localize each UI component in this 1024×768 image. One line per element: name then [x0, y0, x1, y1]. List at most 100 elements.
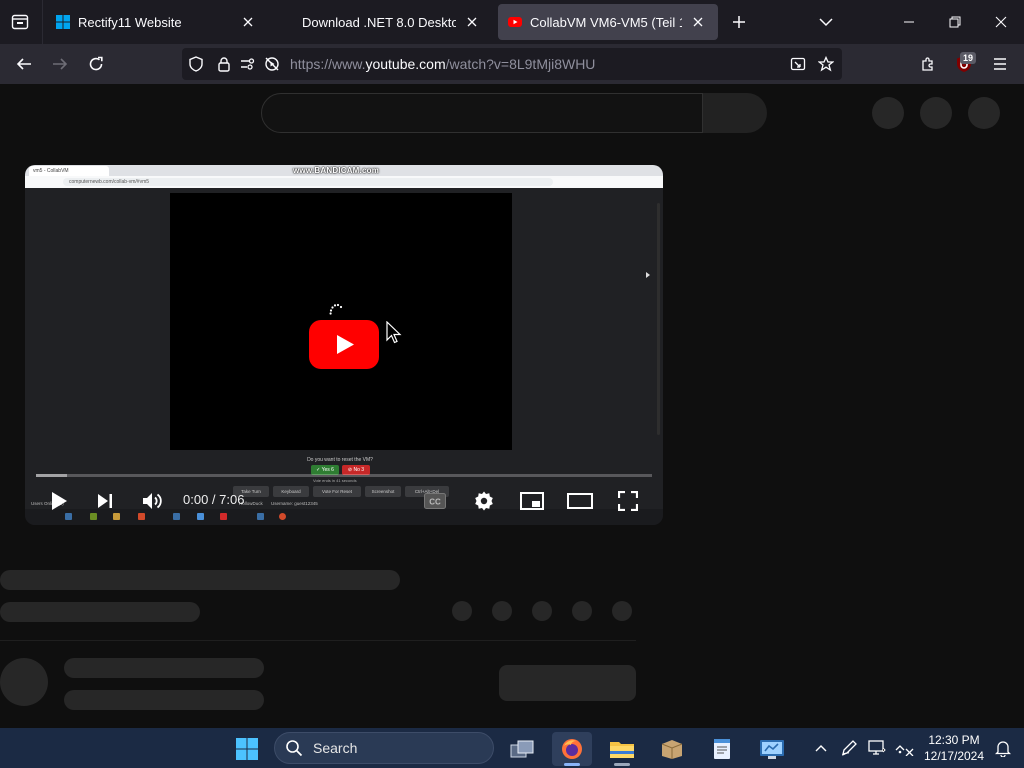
tab-dotnet-download[interactable]: Download .NET 8.0 Desktop Ru — [292, 4, 492, 40]
settings-button[interactable] — [470, 487, 498, 515]
bookmark-star-icon[interactable] — [816, 54, 836, 74]
avatar-placeholder[interactable] — [968, 97, 1000, 129]
tab-separator — [42, 0, 43, 44]
bell-icon — [995, 741, 1011, 757]
channel-name-placeholder — [64, 658, 264, 678]
notifications-button[interactable] — [992, 738, 1014, 758]
tab-collabvm-youtube[interactable]: CollabVM VM6-VM5 (Teil 1) - Yo — [498, 4, 718, 40]
firefox-icon — [562, 739, 582, 759]
fullscreen-button[interactable] — [614, 487, 642, 515]
time-current: 0:00 — [183, 492, 209, 507]
pen-menu-button[interactable] — [838, 738, 860, 758]
arrow-left-icon — [16, 58, 31, 70]
mute-button[interactable] — [138, 487, 166, 515]
theater-mode-button[interactable] — [566, 487, 594, 515]
monitor-icon — [868, 740, 886, 755]
taskbar-clock[interactable]: 12:30 PM 12/17/2024 — [920, 732, 988, 764]
notepad-icon — [714, 739, 730, 759]
taskbar-notepad[interactable] — [702, 732, 742, 766]
url-path: /watch?v=8L9tMji8WHU — [445, 56, 596, 72]
navigation-toolbar: https://www.youtube.com/watch?v=8L9tMji8… — [0, 44, 1024, 84]
header-icon-placeholder[interactable] — [920, 97, 952, 129]
taskbar-firefox[interactable] — [552, 732, 592, 766]
task-view-icon — [510, 740, 534, 758]
show-hidden-icons-button[interactable] — [810, 738, 832, 758]
youtube-search-input[interactable] — [261, 93, 703, 133]
taskbar-search-box[interactable]: Search — [274, 732, 494, 764]
picture-in-picture-icon[interactable] — [788, 54, 808, 74]
action-placeholder — [612, 601, 632, 621]
reload-button[interactable] — [82, 50, 110, 78]
address-bar[interactable]: https://www.youtube.com/watch?v=8L9tMji8… — [182, 48, 842, 80]
task-view-button[interactable] — [502, 732, 542, 766]
chevron-down-icon — [819, 18, 833, 27]
miniplayer-icon — [520, 492, 544, 510]
youtube-search-button[interactable] — [703, 93, 767, 133]
close-icon — [995, 16, 1007, 28]
close-icon[interactable] — [462, 12, 482, 32]
plus-icon — [733, 16, 745, 28]
subscribe-button-placeholder — [499, 665, 636, 701]
puzzle-icon — [922, 57, 933, 71]
start-button[interactable] — [227, 732, 267, 766]
video-time: 0:00 / 7:06 — [183, 492, 244, 507]
search-label: Search — [313, 740, 358, 756]
back-button[interactable] — [10, 50, 38, 78]
title-placeholder — [0, 570, 400, 590]
recorded-address-bar: computernewb.com/collab-vm/#vm5 — [25, 176, 663, 188]
vote-countdown: Vote ends in 41 seconds — [313, 478, 357, 483]
minimize-button[interactable] — [886, 0, 932, 44]
extensions-button[interactable] — [914, 50, 942, 78]
taskbar-control-panel[interactable] — [752, 732, 792, 766]
list-all-tabs-button[interactable] — [814, 10, 838, 34]
tab-title: Download .NET 8.0 Desktop Ru — [302, 14, 456, 30]
tab-rectify11[interactable]: Rectify11 Website — [46, 4, 268, 40]
firefox-view-button[interactable] — [0, 0, 40, 44]
next-video-button[interactable] — [91, 487, 119, 515]
progress-buffered — [36, 474, 67, 477]
header-icon-placeholder[interactable] — [872, 97, 904, 129]
close-icon[interactable] — [238, 12, 258, 32]
pen-icon — [841, 740, 857, 756]
next-arrow-icon — [646, 272, 650, 278]
taskbar-file-explorer[interactable] — [602, 732, 642, 766]
permissions-icon[interactable] — [238, 54, 258, 74]
subtitles-button[interactable]: CC — [421, 487, 449, 515]
restore-icon — [949, 16, 961, 28]
mouse-cursor-icon — [386, 321, 402, 344]
tab-title: CollabVM VM6-VM5 (Teil 1) - Yo — [530, 14, 682, 30]
open-indicator — [614, 763, 630, 766]
fullscreen-icon — [618, 491, 638, 511]
closed-captions-icon: CC — [424, 493, 446, 509]
lock-icon[interactable] — [214, 54, 234, 74]
volume-icon — [143, 493, 162, 509]
play-button[interactable] — [45, 487, 73, 515]
video-progress-bar[interactable] — [36, 474, 652, 477]
clock-time: 12:30 PM — [928, 733, 980, 747]
video-player[interactable]: vm5 - CollabVM computernewb.com/collab-v… — [25, 165, 663, 525]
display-button[interactable] — [866, 738, 888, 758]
folder-icon — [610, 742, 634, 758]
time-separator: / — [208, 492, 220, 507]
taskbar-archive-app[interactable] — [652, 732, 692, 766]
youtube-play-button-icon[interactable] — [309, 320, 379, 369]
tracking-protection-shield-icon[interactable] — [186, 54, 206, 74]
restore-button[interactable] — [932, 0, 978, 44]
network-sound-button[interactable] — [894, 738, 916, 758]
miniplayer-button[interactable] — [518, 487, 546, 515]
extension-badge: 19 — [960, 52, 977, 64]
url-text[interactable]: https://www.youtube.com/watch?v=8L9tMji8… — [290, 56, 595, 72]
vm-action-screenshot: Screenshot — [365, 486, 401, 497]
new-tab-button[interactable] — [726, 10, 752, 34]
active-indicator — [564, 763, 580, 766]
divider — [0, 640, 636, 641]
app-menu-button[interactable] — [986, 50, 1014, 78]
subtitle-placeholder — [0, 602, 200, 622]
forward-button[interactable] — [46, 50, 74, 78]
close-icon[interactable] — [688, 12, 708, 32]
vm-reset-prompt: Do you want to reset the VM? — [307, 457, 373, 463]
close-window-button[interactable] — [978, 0, 1024, 44]
gear-icon — [475, 491, 493, 511]
autoplay-blocked-icon[interactable] — [262, 54, 282, 74]
recorded-taskbar-icon — [279, 513, 286, 520]
